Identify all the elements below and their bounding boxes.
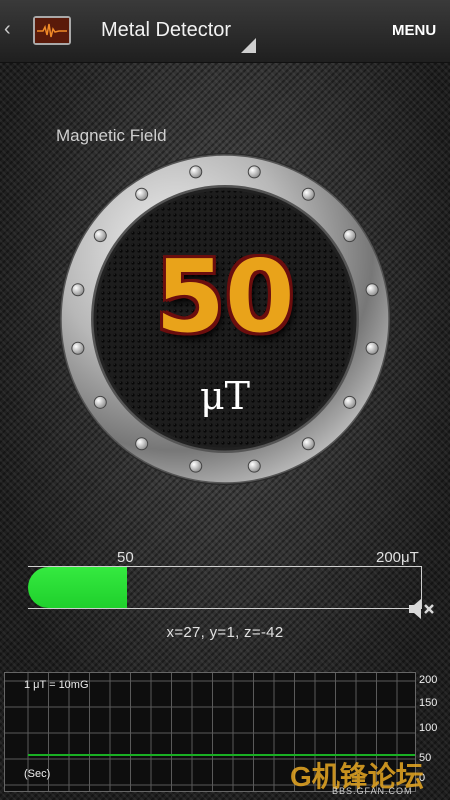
app-logo-icon[interactable] (33, 16, 71, 45)
bezel-bolt (247, 459, 261, 473)
bezel-bolt (135, 437, 149, 451)
back-arrow-icon[interactable]: ‹ (4, 18, 11, 41)
graph-y-tick: 200 (419, 674, 438, 686)
forum-watermark-url: BBS.GFAN.COM (332, 786, 413, 796)
magnetic-field-dial: 50 μT (58, 152, 392, 486)
bezel-bolt (343, 229, 357, 243)
meter-fill (28, 567, 127, 608)
menu-button[interactable]: MENU (392, 22, 436, 39)
field-reading: 50 (155, 238, 295, 355)
bezel-bolt (189, 459, 203, 473)
bezel-bolt (301, 187, 315, 201)
field-unit: μT (199, 374, 251, 418)
unit-conversion-note: 1 μT = 10mG (24, 679, 89, 691)
magnetic-field-label: Magnetic Field (56, 126, 167, 145)
mute-speaker-icon[interactable] (408, 598, 436, 620)
graph-x-label: (Sec) (24, 768, 51, 780)
meter-max-label: 200μT (376, 549, 419, 566)
bezel-bolt (93, 229, 107, 243)
bezel-bolt (247, 165, 261, 179)
meter-current-label: 50 (117, 549, 134, 566)
graph-y-tick: 100 (419, 722, 438, 734)
bezel-bolt (189, 165, 203, 179)
axis-readout: x=27, y=1, z=-42 (166, 624, 284, 641)
app-title[interactable]: Metal Detector (101, 19, 231, 42)
action-bar: ‹ Metal Detector MENU (0, 0, 450, 63)
bezel-bolt (301, 437, 315, 451)
dropdown-corner-icon[interactable] (241, 38, 256, 53)
graph-y-tick: 150 (419, 697, 438, 709)
bezel-bolt (135, 187, 149, 201)
